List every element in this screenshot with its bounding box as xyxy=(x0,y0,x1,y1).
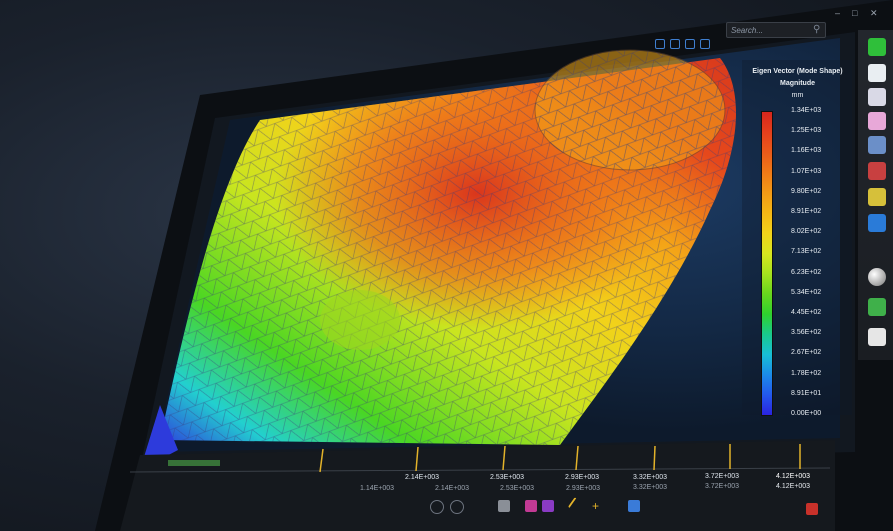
timeline-value: 3.32E+003 xyxy=(633,474,668,481)
close-icon[interactable]: ✕ xyxy=(870,8,880,18)
fit-icon[interactable] xyxy=(685,39,695,49)
timeline-value: 2.93E+003 xyxy=(566,485,601,492)
legend-tick-label: 1.07E+03 xyxy=(791,167,822,175)
rotate-icon[interactable] xyxy=(670,39,680,49)
timeline-value: 3.32E+003 xyxy=(633,484,668,491)
timeline-value: 2.14E+003 xyxy=(435,485,470,492)
legend-tick-label: 6.23E+02 xyxy=(791,268,822,276)
timeline-value: 2.53E+003 xyxy=(500,485,535,492)
legend-tick-label: 8.02E+02 xyxy=(791,228,822,236)
material-icon[interactable] xyxy=(868,112,886,130)
timeline-value: 3.72E+003 xyxy=(705,483,740,490)
timeline-value: 4.12E+003 xyxy=(776,483,811,490)
minimize-icon[interactable]: – xyxy=(835,8,845,18)
timeline-value: 2.53E+003 xyxy=(490,474,525,481)
timeline-value: 4.12E+003 xyxy=(776,473,811,480)
timeline-value: 1.14E+003 xyxy=(360,485,395,492)
search-input[interactable] xyxy=(726,22,826,38)
legend-color-bar xyxy=(761,111,773,416)
exit-icon[interactable] xyxy=(806,503,818,515)
legend-title: Eigen Vector (Mode Shape) xyxy=(752,68,843,75)
plus-tool-icon[interactable]: + xyxy=(592,500,604,512)
play-icon[interactable] xyxy=(450,500,464,514)
legend-tick-label: 2.67E+02 xyxy=(791,349,822,357)
search-icon[interactable]: ⚲ xyxy=(813,24,825,36)
model-icon[interactable] xyxy=(868,38,886,56)
legend-tick-label: 4.45E+02 xyxy=(791,309,822,316)
legend-unit: mm xyxy=(791,92,804,99)
contour-legend: Eigen Vector (Mode Shape) Magnitude mm 1… xyxy=(745,66,855,417)
legend-subtitle: Magnitude xyxy=(780,80,815,87)
sphere-icon[interactable] xyxy=(868,268,886,286)
legend-tick-label: 3.56E+02 xyxy=(791,329,822,337)
timeline-value: 2.14E+003 xyxy=(405,474,440,481)
animation-timeline[interactable]: 2.14E+003 2.53E+003 2.93E+003 3.32E+003 … xyxy=(129,444,831,504)
cube-view-icon[interactable] xyxy=(498,500,510,512)
undo-icon[interactable] xyxy=(868,328,886,346)
restore-icon[interactable]: □ xyxy=(852,8,862,18)
pen-tool-icon[interactable] xyxy=(567,497,587,515)
legend-tick-label: 1.16E+03 xyxy=(791,147,822,155)
playback-toolbar: + xyxy=(330,496,650,520)
axis-icon[interactable] xyxy=(700,39,710,49)
legend-tick-label: 1.34E+03 xyxy=(791,107,822,114)
timeline-value: 2.93E+003 xyxy=(565,474,600,481)
grid-icon[interactable] xyxy=(628,500,640,512)
legend-tick-label: 1.78E+02 xyxy=(791,369,822,377)
legend-tick-label: 7.13E+02 xyxy=(791,248,822,256)
rewind-icon[interactable] xyxy=(430,500,444,514)
chart-view-icon[interactable] xyxy=(525,500,537,512)
table-icon[interactable] xyxy=(868,136,886,154)
mesh-icon[interactable] xyxy=(868,64,886,82)
load-icon[interactable] xyxy=(868,88,886,106)
view-toolbar xyxy=(655,36,725,50)
timeline-value: 3.72E+003 xyxy=(705,473,740,480)
legend-tick-label: 1.25E+03 xyxy=(791,127,822,135)
monitor: ⚲ – □ ✕ Eigen Vector (Mode Shape) Magnit… xyxy=(0,0,893,531)
chart-icon[interactable] xyxy=(868,162,886,180)
legend-tick-label: 0.00E+00 xyxy=(791,410,822,417)
graph-icon[interactable] xyxy=(868,214,886,232)
chart-view-icon[interactable] xyxy=(542,500,554,512)
sensor-icon[interactable] xyxy=(868,188,886,206)
layers-icon[interactable] xyxy=(868,298,886,316)
legend-tick-label: 8.91E+02 xyxy=(791,208,822,215)
side-toolbar xyxy=(858,30,893,360)
legend-tick-label: 8.91E+01 xyxy=(791,389,822,397)
legend-tick-label: 9.80E+02 xyxy=(791,187,822,195)
view-icon[interactable] xyxy=(655,39,665,49)
legend-tick-label: 5.34E+02 xyxy=(791,288,822,296)
